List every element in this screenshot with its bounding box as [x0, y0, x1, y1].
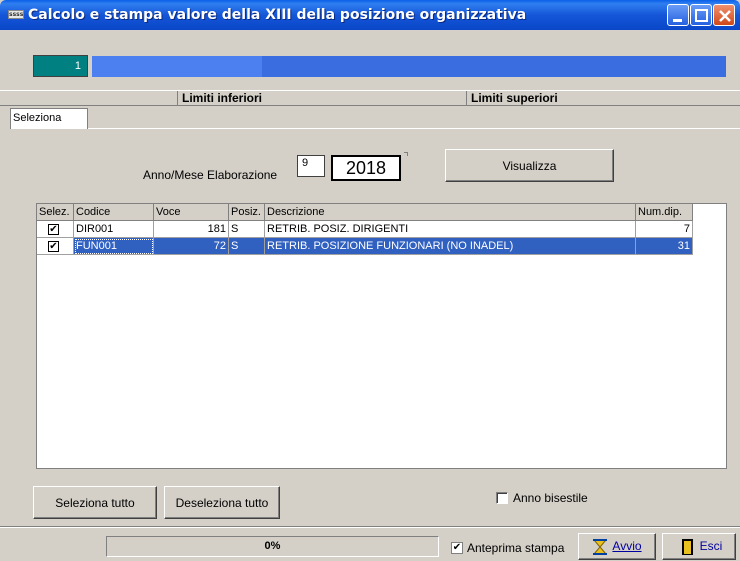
cell-voce: 181	[154, 221, 229, 238]
leap-year-label[interactable]: Anno bisestile	[513, 491, 588, 505]
progress-percent: 0%	[106, 536, 439, 557]
row-select-cell[interactable]: ✔	[37, 238, 74, 255]
cell-posiz: S	[229, 238, 265, 255]
lower-limits-label: Limiti inferiori	[177, 91, 466, 105]
print-preview-checkbox[interactable]: ✔	[451, 542, 463, 554]
view-button[interactable]: Visualizza	[445, 149, 614, 182]
door-exit-icon	[682, 539, 693, 555]
month-input[interactable]: 9	[297, 155, 325, 177]
year-input[interactable]: 2018	[331, 155, 401, 181]
year-spin-corner	[404, 152, 408, 156]
cell-voce: 72	[154, 238, 229, 255]
row-checkbox[interactable]: ✔	[48, 224, 59, 235]
start-button[interactable]: Avvio	[578, 533, 656, 560]
column-header-voce[interactable]: Voce	[154, 204, 229, 221]
tab-divider	[88, 128, 740, 129]
tab-seleziona[interactable]: Seleziona	[10, 108, 88, 129]
cell-descrizione: RETRIB. POSIZ. DIRIGENTI	[265, 221, 636, 238]
cell-posiz: S	[229, 221, 265, 238]
minimize-icon	[673, 19, 682, 22]
cell-codice: FUN001	[74, 238, 154, 255]
select-all-button[interactable]: Seleziona tutto	[33, 486, 157, 519]
maximize-icon	[695, 9, 708, 22]
maximize-button[interactable]	[690, 4, 712, 26]
row-select-cell[interactable]: ✔	[37, 221, 74, 238]
cell-codice: DIR001	[74, 221, 154, 238]
column-header-descrizione[interactable]: Descrizione	[265, 204, 636, 221]
column-header-posiz[interactable]: Posiz.	[229, 204, 265, 221]
upper-limits-label: Limiti superiori	[466, 91, 740, 105]
top-progress-bar-fill	[92, 56, 262, 77]
app-icon: ssss	[8, 10, 24, 19]
limits-header: Limiti inferiori Limiti superiori	[0, 90, 740, 106]
close-icon	[719, 10, 731, 22]
row-checkbox[interactable]: ✔	[48, 241, 59, 252]
hourglass-icon	[592, 539, 608, 555]
column-header-num-dip[interactable]: Num.dip.	[636, 204, 693, 221]
title-bar[interactable]: ssss Calcolo e stampa valore della XIII …	[0, 0, 740, 30]
deselect-all-button[interactable]: Deseleziona tutto	[164, 486, 280, 519]
column-header-codice[interactable]: Codice	[74, 204, 154, 221]
cell-num-dip: 31	[636, 238, 693, 255]
leap-year-checkbox[interactable]	[496, 492, 508, 504]
positions-table[interactable]: Selez. Codice Voce Posiz. Descrizione Nu…	[36, 203, 727, 469]
print-preview-label[interactable]: Anteprima stampa	[467, 541, 564, 555]
exit-button[interactable]: Esci	[662, 533, 736, 560]
record-counter: 1	[33, 55, 88, 77]
period-label: Anno/Mese Elaborazione	[143, 168, 278, 182]
window-title: Calcolo e stampa valore della XIII della…	[28, 7, 527, 23]
column-header-selez[interactable]: Selez.	[37, 204, 74, 221]
minimize-button[interactable]	[667, 4, 689, 26]
cell-descrizione: RETRIB. POSIZIONE FUNZIONARI (NO INADEL)	[265, 238, 636, 255]
close-button[interactable]	[713, 4, 735, 26]
cell-num-dip: 7	[636, 221, 693, 238]
